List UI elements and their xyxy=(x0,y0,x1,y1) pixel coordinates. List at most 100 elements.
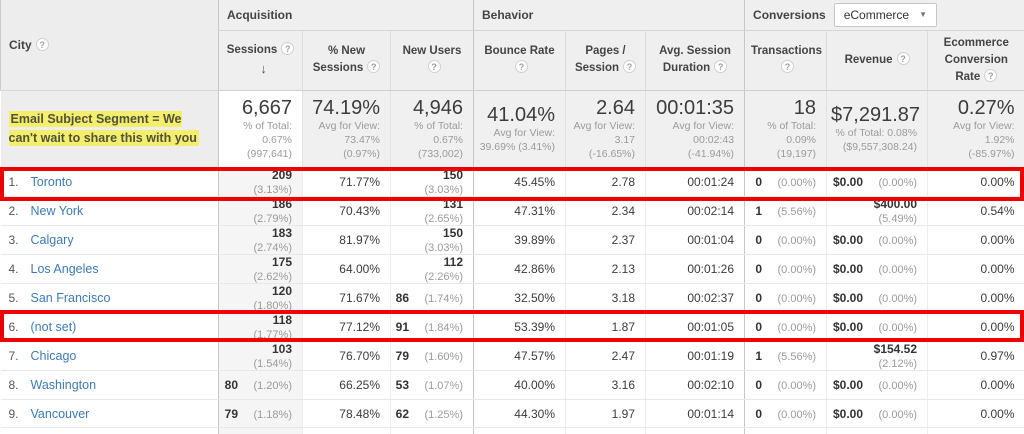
new-sessions-cell: 74.29% xyxy=(303,428,391,434)
conversions-dropdown-value: eCommerce xyxy=(844,8,909,22)
sessions-cell: 175(2.62%) xyxy=(219,255,303,284)
help-icon[interactable]: ? xyxy=(281,42,294,55)
summary-metric-ecommerce-conversion-rate: 0.27%Avg for View: 1.92% (-85.97%) xyxy=(928,91,1024,168)
city-link[interactable]: Los Angeles xyxy=(31,262,99,276)
transactions-cell: 0(0.00%) xyxy=(745,313,827,342)
help-icon[interactable]: ? xyxy=(428,60,441,73)
summary-metric-new-users: 4,946% of Total: 0.67% (733,002) xyxy=(391,91,474,168)
sessions-cell: 118(1.77%) xyxy=(219,313,303,342)
city-link[interactable]: (not set) xyxy=(31,320,77,334)
avg-session-duration-cell: 00:01:26 xyxy=(646,255,745,284)
table-row-chicago: 7.Chicago103(1.54%)76.70%79(1.60%)47.57%… xyxy=(1,342,1024,371)
new-sessions-cell: 70.43% xyxy=(303,197,391,226)
summary-metric-transactions: 18% of Total: 0.09% (19,197) xyxy=(745,91,827,168)
help-icon[interactable]: ? xyxy=(367,60,380,73)
row-rank: 8. xyxy=(9,378,31,392)
new-users-cell: 131(2.65%) xyxy=(391,197,474,226)
revenue-cell: $0.00(0.00%) xyxy=(827,313,928,342)
column-header-new-sessions[interactable]: % New Sessions? xyxy=(303,30,391,91)
new-sessions-cell: 71.67% xyxy=(303,284,391,313)
conversions-dropdown[interactable]: eCommerce ▼ xyxy=(834,3,937,27)
avg-session-duration-cell: 00:02:10 xyxy=(646,371,745,400)
group-header-row: City? Acquisition Behavior Conversions e… xyxy=(1,0,1024,30)
city-cell: 4.Los Angeles xyxy=(1,255,219,284)
pages-session-cell: 3.18 xyxy=(566,284,646,313)
help-icon[interactable]: ? xyxy=(623,60,636,73)
pages-session-cell: 2.47 xyxy=(566,342,646,371)
group-header-acquisition: Acquisition xyxy=(219,0,474,30)
bounce-rate-cell: 40.00% xyxy=(474,371,566,400)
city-cell: 6.(not set) xyxy=(1,313,219,342)
table-row-san-francisco: 5.San Francisco120(1.80%)71.67%86(1.74%)… xyxy=(1,284,1024,313)
city-column-header: City? xyxy=(1,0,219,91)
segment-highlight-note: Email Subject Segment = We can't wait to… xyxy=(9,111,199,146)
conversions-label: Conversions xyxy=(753,8,826,22)
column-header-ecommerce-conversion-rate[interactable]: Ecommerce Conversion Rate? xyxy=(928,30,1024,91)
transactions-cell: 0(0.00%) xyxy=(745,428,827,434)
help-icon[interactable]: ? xyxy=(984,69,997,82)
bounce-rate-cell: 47.31% xyxy=(474,197,566,226)
revenue-cell: $0.00(0.00%) xyxy=(827,371,928,400)
column-header-avg-session-duration[interactable]: Avg. Session Duration? xyxy=(646,30,745,91)
city-link[interactable]: San Francisco xyxy=(31,291,111,305)
city-link[interactable]: Calgary xyxy=(31,233,74,247)
sort-descending-icon[interactable]: ↓ xyxy=(260,61,267,76)
bounce-rate-cell: 45.45% xyxy=(474,168,566,197)
city-link[interactable]: Chicago xyxy=(31,349,77,363)
column-header-revenue[interactable]: Revenue? xyxy=(827,30,928,91)
help-icon[interactable]: ? xyxy=(714,60,727,73)
ecommerce-conversion-rate-cell: 0.00% xyxy=(928,371,1024,400)
row-rank: 6. xyxy=(9,320,31,334)
help-icon[interactable]: ? xyxy=(897,52,910,65)
group-header-behavior: Behavior xyxy=(474,0,745,30)
city-header-label: City xyxy=(9,38,32,52)
group-header-conversions: Conversions eCommerce ▼ xyxy=(745,0,1024,30)
table-row-los-angeles: 4.Los Angeles175(2.62%)64.00%112(2.26%)4… xyxy=(1,255,1024,284)
transactions-cell: 0(0.00%) xyxy=(745,371,827,400)
new-users-cell: 62(1.25%) xyxy=(391,399,474,428)
column-header-sessions[interactable]: Sessions?↓ xyxy=(219,30,303,91)
ga-data-table: City? Acquisition Behavior Conversions e… xyxy=(0,0,1024,434)
ecommerce-conversion-rate-cell: 0.00% xyxy=(928,226,1024,255)
help-icon[interactable]: ? xyxy=(781,60,794,73)
column-header-bounce-rate[interactable]: Bounce Rate? xyxy=(474,30,566,91)
transactions-cell: 0(0.00%) xyxy=(745,399,827,428)
avg-session-duration-cell: 00:01:24 xyxy=(646,168,745,197)
table-row-calgary: 3.Calgary183(2.74%)81.97%150(3.03%)39.89… xyxy=(1,226,1024,255)
help-icon[interactable]: ? xyxy=(36,38,49,51)
sessions-cell: 79(1.18%) xyxy=(219,399,303,428)
column-header-new-users[interactable]: New Users? xyxy=(391,30,474,91)
column-header-transactions[interactable]: Transactions? xyxy=(745,30,827,91)
city-link[interactable]: Vancouver xyxy=(31,407,90,421)
ecommerce-conversion-rate-cell: 0.00% xyxy=(928,399,1024,428)
summary-metric-bounce-rate: 41.04%Avg for View: 39.69% (3.41%) xyxy=(474,91,566,168)
row-rank: 5. xyxy=(9,291,31,305)
sessions-cell: 183(2.74%) xyxy=(219,226,303,255)
new-users-cell: 52(1.05%) xyxy=(391,428,474,434)
column-header-pages-session[interactable]: Pages / Session? xyxy=(566,30,646,91)
help-icon[interactable]: ? xyxy=(515,60,528,73)
new-sessions-cell: 64.00% xyxy=(303,255,391,284)
city-link[interactable]: Toronto xyxy=(31,175,73,189)
bounce-rate-cell: 47.14% xyxy=(474,428,566,434)
new-sessions-cell: 78.48% xyxy=(303,399,391,428)
pages-session-cell: 1.87 xyxy=(566,313,646,342)
bounce-rate-cell: 47.57% xyxy=(474,342,566,371)
row-rank: 4. xyxy=(9,262,31,276)
table-row-new-york: 2.New York186(2.79%)70.43%131(2.65%)47.3… xyxy=(1,197,1024,226)
summary-metric-revenue: $7,291.87% of Total: 0.08% ($9,557,308.2… xyxy=(827,91,928,168)
row-rank: 9. xyxy=(9,407,31,421)
avg-session-duration-cell: 00:01:20 xyxy=(646,428,745,434)
sessions-cell: 186(2.79%) xyxy=(219,197,303,226)
city-link[interactable]: Washington xyxy=(31,378,97,392)
city-link[interactable]: New York xyxy=(31,204,84,218)
revenue-cell: $400.00(5.49%) xyxy=(827,197,928,226)
new-users-cell: 150(3.03%) xyxy=(391,226,474,255)
revenue-cell: $0.00(0.00%) xyxy=(827,255,928,284)
ecommerce-conversion-rate-cell: 0.00% xyxy=(928,284,1024,313)
revenue-cell: $0.00(0.00%) xyxy=(827,226,928,255)
ecommerce-conversion-rate-cell: 0.97% xyxy=(928,342,1024,371)
sessions-cell: 80(1.20%) xyxy=(219,371,303,400)
new-sessions-cell: 77.12% xyxy=(303,313,391,342)
table-row-not-set: 6.(not set)118(1.77%)77.12%91(1.84%)53.3… xyxy=(1,313,1024,342)
